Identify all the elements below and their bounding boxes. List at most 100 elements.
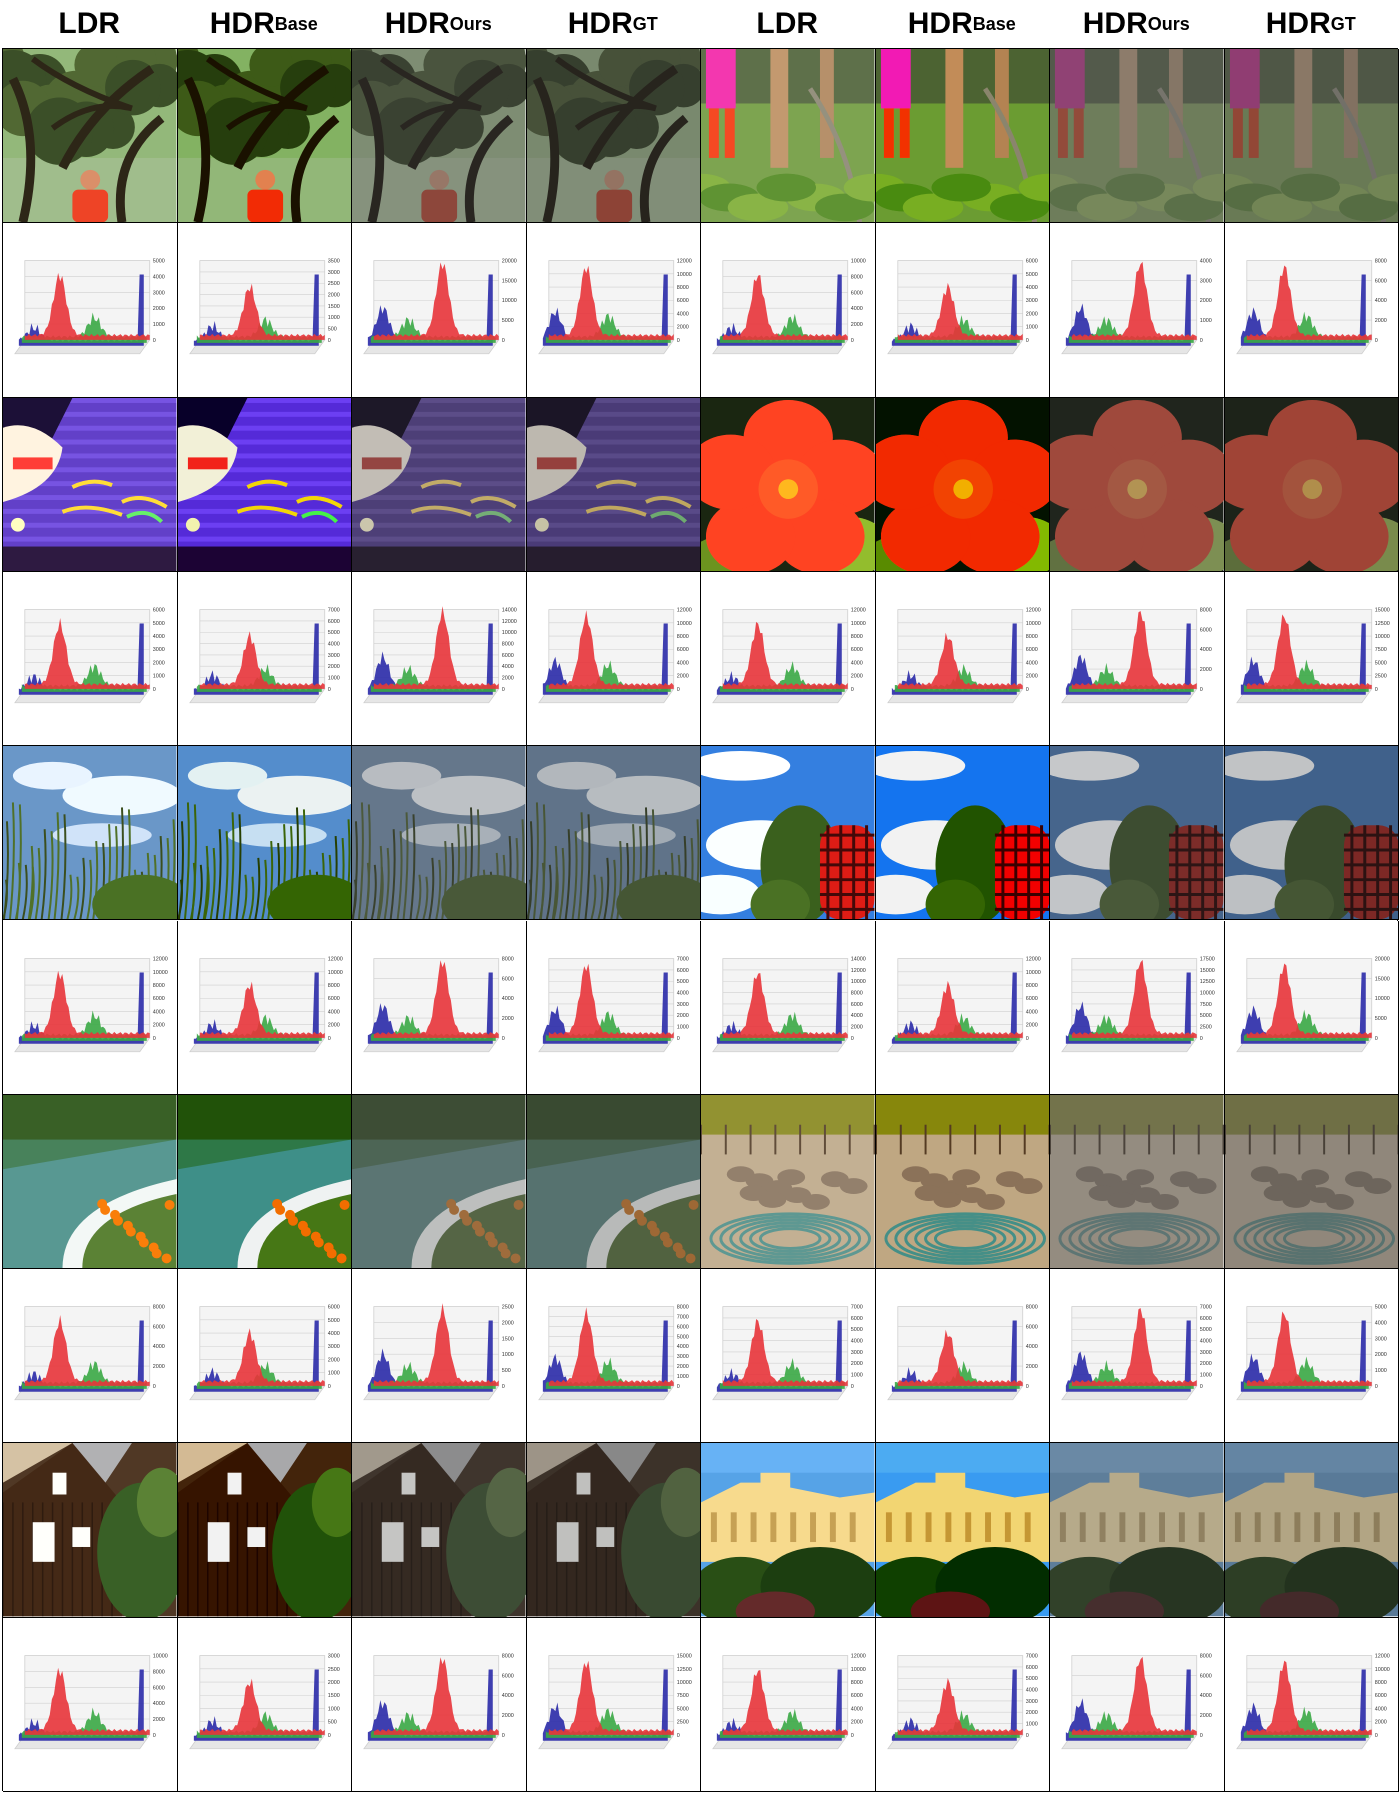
- histogram-tick-label: 6000: [676, 647, 688, 653]
- photo-rocks-hose-hdr-base: [875, 1094, 1050, 1270]
- histogram-tick-label: 3000: [327, 653, 339, 659]
- histogram-red-flower-hdr-base: 12000 10000 8000 6000 4000 2000 0: [875, 571, 1050, 747]
- histogram-tick-label: 5000: [676, 1706, 688, 1712]
- histogram-tick-label: 3000: [1200, 1350, 1212, 1356]
- column-header-label: HDR: [907, 7, 973, 40]
- photo-palace-trees-hdr-gt: [1224, 1443, 1399, 1618]
- histogram-tick-label: 0: [327, 1733, 330, 1739]
- histogram-tick-label: 6000: [153, 1325, 165, 1331]
- histogram-tick-label: 4000: [851, 1013, 863, 1019]
- histogram-tick-label: 7500: [1374, 647, 1386, 653]
- histogram-tick-label: 2000: [1200, 1361, 1212, 1367]
- histogram-tick-label: 8000: [502, 956, 514, 962]
- histogram-palace-trees-ldr: 12000 10000 8000 6000 4000 2000 0: [701, 1617, 876, 1792]
- histogram-tick-label: 500: [327, 1719, 336, 1725]
- histogram-tick-label: 6000: [1025, 1665, 1037, 1671]
- histogram-tick-label: 8000: [153, 1305, 165, 1311]
- histogram-tree-child-hdr-ours: 20000 15000 10000 5000 0: [352, 223, 527, 398]
- column-header-subscript: Base: [972, 13, 1016, 34]
- histogram-tick-label: 4000: [153, 1344, 165, 1350]
- histogram-tick-label: 4000: [851, 660, 863, 666]
- histogram-tick-label: 10000: [1374, 996, 1389, 1002]
- histogram-tick-label: 10000: [851, 259, 866, 265]
- histogram-tick-label: 2000: [153, 306, 165, 312]
- histogram-tick-label: 2000: [1025, 312, 1037, 318]
- histogram-tick-label: 0: [851, 687, 854, 693]
- histogram-tick-label: 0: [851, 1035, 854, 1041]
- histogram-tick-label: 5000: [1374, 1305, 1386, 1311]
- histogram-tick-label: 0: [851, 1733, 854, 1739]
- photo-palace-trees-hdr-ours: [1050, 1443, 1225, 1618]
- histogram-palace-trees-hdr-base: 7000 6000 5000 4000 3000 2000 1000 0: [875, 1617, 1050, 1792]
- photo-lake-reeds-hdr-ours: [352, 746, 527, 921]
- histogram-tick-label: 10000: [1374, 634, 1389, 640]
- photo-rocks-hose-ldr: [701, 1094, 876, 1270]
- histogram-tick-label: 500: [502, 1368, 511, 1374]
- histogram-tick-label: 3000: [676, 1001, 688, 1007]
- histogram-tick-label: 2500: [327, 1667, 339, 1673]
- histogram-tick-label: 0: [676, 338, 679, 344]
- histogram-tick-label: 1000: [1200, 318, 1212, 324]
- histogram-tick-label: 3000: [851, 1350, 863, 1356]
- histogram-tick-label: 5000: [1374, 1016, 1386, 1022]
- histogram-tick-label: 0: [1374, 1384, 1377, 1390]
- histogram-tick-label: 10000: [502, 630, 517, 636]
- histogram-tick-label: 2000: [1025, 1710, 1037, 1716]
- histogram-tick-label: 2000: [676, 1013, 688, 1019]
- histogram-tick-label: 20000: [502, 259, 517, 265]
- histogram-tick-label: 2000: [676, 325, 688, 331]
- photo-tree-child-hdr-ours: [352, 49, 527, 224]
- histogram-tick-label: 0: [1374, 1733, 1377, 1739]
- histogram-tick-label: 0: [1200, 1733, 1203, 1739]
- histogram-tick-label: 2500: [676, 1719, 688, 1725]
- histogram-tick-label: 12500: [1374, 621, 1389, 627]
- photo-las-vegas-sign-ldr: [3, 397, 178, 572]
- photo-garden-legs-hdr-base: [875, 49, 1050, 224]
- histogram-tick-label: 5000: [1200, 1327, 1212, 1333]
- histogram-tick-label: 4000: [1374, 299, 1386, 305]
- histogram-tick-label: 8000: [676, 285, 688, 291]
- histogram-tick-label: 7500: [1200, 1001, 1212, 1007]
- histogram-tick-label: 12000: [327, 956, 342, 962]
- histogram-rocks-hose-hdr-ours: 7000 6000 5000 4000 3000 2000 1000 0: [1050, 1269, 1225, 1444]
- histogram-curved-walkway-ldr: 8000 6000 4000 2000 0: [3, 1269, 178, 1444]
- column-header-2: HDR Base: [177, 0, 352, 48]
- histogram-tick-label: 5000: [851, 1327, 863, 1333]
- histogram-tick-label: 6000: [153, 996, 165, 1002]
- photo-lake-reeds-hdr-gt: [526, 746, 701, 921]
- histogram-garden-legs-hdr-gt: 8000 6000 4000 2000 0: [1224, 223, 1399, 398]
- histogram-tick-label: 10000: [1025, 621, 1040, 627]
- histogram-tick-label: 6000: [1200, 627, 1212, 633]
- histogram-tick-label: 12500: [1200, 979, 1215, 985]
- histogram-tick-label: 10000: [851, 1667, 866, 1673]
- photo-red-flower-hdr-base: [875, 397, 1050, 572]
- photo-curved-walkway-hdr-base: [177, 1094, 352, 1270]
- histogram-tick-label: 3000: [327, 1344, 339, 1350]
- histogram-tick-label: 3000: [1025, 1699, 1037, 1705]
- histogram-tick-label: 4000: [851, 1706, 863, 1712]
- histogram-brown-house-hdr-gt: 15000 12500 10000 7500 5000 2500 0: [526, 1617, 701, 1792]
- histogram-tick-label: 5000: [1200, 1013, 1212, 1019]
- histogram-tick-label: 0: [1374, 1035, 1377, 1041]
- histogram-tick-label: 5000: [1025, 1676, 1037, 1682]
- histogram-tick-label: 4000: [676, 660, 688, 666]
- histogram-tick-label: 1000: [676, 1374, 688, 1380]
- histogram-tick-label: 5000: [676, 979, 688, 985]
- histogram-tick-label: 3000: [1025, 299, 1037, 305]
- histogram-tick-label: 4000: [153, 1009, 165, 1015]
- histogram-red-flower-hdr-gt: 15000 12500 10000 7500 5000 2500 0: [1224, 571, 1399, 747]
- histogram-tick-label: 14000: [851, 956, 866, 962]
- histogram-curved-walkway-hdr-gt: 8000 7000 6000 5000 4000 3000 2000 1000 0: [526, 1269, 701, 1444]
- histogram-rocks-hose-hdr-base: 8000 6000 4000 2000 0: [875, 1269, 1050, 1444]
- histogram-garden-legs-hdr-base: 6000 5000 4000 3000 2000 1000 0: [875, 223, 1050, 398]
- histogram-tick-label: 10000: [153, 1653, 168, 1659]
- histogram-tick-label: 15000: [676, 1653, 691, 1659]
- histogram-tick-label: 5000: [153, 259, 165, 265]
- histogram-tick-label: 2000: [676, 1364, 688, 1370]
- histogram-tick-label: 2000: [502, 1713, 514, 1719]
- histogram-tick-label: 6000: [851, 1693, 863, 1699]
- histogram-tick-label: 7000: [1200, 1305, 1212, 1311]
- histogram-tick-label: 2000: [851, 1024, 863, 1030]
- histogram-tick-label: 0: [502, 1384, 505, 1390]
- histogram-tick-label: 6000: [676, 967, 688, 973]
